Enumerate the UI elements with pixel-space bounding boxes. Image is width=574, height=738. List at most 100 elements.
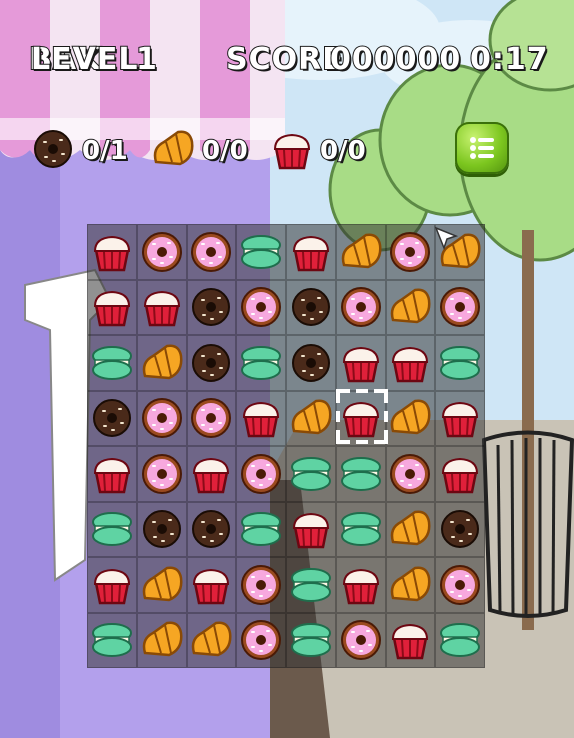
board-cell[interactable] — [435, 390, 485, 446]
cupcake-icon — [442, 457, 479, 493]
cupcake-icon — [93, 568, 130, 604]
board-cell[interactable] — [335, 224, 386, 280]
board-cell[interactable] — [236, 224, 286, 280]
board-cell[interactable] — [286, 446, 336, 502]
board-cell[interactable] — [186, 612, 237, 668]
chocolate-donut-icon — [291, 288, 330, 327]
board-cell[interactable] — [236, 279, 286, 335]
croissant-icon — [291, 399, 332, 435]
croissant-icon — [153, 130, 194, 166]
croissant-icon — [341, 233, 382, 269]
board-cell[interactable] — [435, 612, 485, 668]
board-cell[interactable] — [186, 557, 237, 613]
board-cell[interactable] — [335, 279, 386, 335]
chocolate-donut-icon — [192, 510, 231, 549]
timer: 0:17 — [469, 41, 549, 78]
board-cell[interactable] — [435, 446, 485, 502]
board-cell[interactable] — [236, 612, 286, 668]
cupcake-icon — [243, 402, 280, 438]
pink-donut-icon — [440, 287, 481, 328]
board-cell[interactable] — [385, 279, 436, 335]
board-cell[interactable] — [286, 557, 336, 613]
board-cell[interactable] — [186, 279, 237, 335]
board-cell[interactable] — [385, 224, 436, 280]
board-cell[interactable] — [136, 335, 187, 391]
board-cell[interactable] — [286, 279, 336, 335]
pink-donut-icon — [241, 453, 282, 494]
level-label: LEVEL — [30, 41, 139, 78]
board-cell[interactable] — [286, 335, 336, 391]
board-cell[interactable] — [87, 224, 137, 280]
cupcake-icon — [193, 457, 230, 493]
croissant-icon — [391, 288, 431, 324]
board-cell[interactable] — [286, 224, 336, 280]
macaron-icon — [241, 345, 282, 380]
board-cell[interactable] — [87, 446, 137, 502]
pink-donut-icon — [440, 564, 481, 605]
level-value: 1 — [135, 41, 158, 78]
pink-donut-icon — [340, 620, 381, 661]
board-cell[interactable] — [435, 335, 485, 391]
macaron-icon — [290, 567, 331, 602]
board-cell[interactable] — [236, 501, 286, 557]
board-cell[interactable] — [385, 390, 436, 446]
board-cell[interactable] — [385, 446, 436, 502]
cupcake-icon — [292, 235, 329, 271]
board-cell[interactable] — [385, 612, 436, 668]
pink-donut-icon — [390, 231, 431, 272]
croissant-icon — [142, 621, 183, 657]
board-cell[interactable] — [87, 612, 137, 668]
macaron-icon — [340, 512, 381, 547]
board-cell[interactable] — [87, 279, 137, 335]
board-cell[interactable] — [186, 446, 237, 502]
chocolate-donut-icon — [291, 343, 330, 382]
score-label: SCORE — [225, 41, 344, 78]
board-cell[interactable] — [186, 224, 237, 280]
board-cell[interactable] — [335, 557, 386, 613]
board-cell[interactable] — [186, 501, 237, 557]
board-cell[interactable] — [385, 557, 436, 613]
cupcake-icon — [392, 624, 429, 660]
board-cell[interactable] — [136, 279, 187, 335]
croissant-icon — [192, 621, 232, 657]
board-cell[interactable] — [236, 557, 286, 613]
board-cell[interactable] — [136, 446, 187, 502]
board-cell[interactable] — [435, 501, 485, 557]
board-cell[interactable] — [435, 557, 485, 613]
board-cell[interactable] — [186, 335, 237, 391]
board-cell[interactable] — [286, 390, 336, 446]
board-cell[interactable] — [136, 612, 187, 668]
board-cell[interactable] — [335, 446, 386, 502]
board-cell[interactable] — [136, 501, 187, 557]
macaron-icon — [241, 234, 282, 269]
board-cell[interactable] — [335, 612, 386, 668]
board-cell[interactable] — [236, 335, 286, 391]
board-cell[interactable] — [186, 390, 237, 446]
board-cell[interactable] — [286, 501, 336, 557]
menu-button[interactable] — [455, 122, 509, 174]
board-cell[interactable] — [236, 446, 286, 502]
board-cell[interactable] — [87, 557, 137, 613]
board-cell[interactable] — [286, 612, 336, 668]
board-cell[interactable] — [236, 390, 286, 446]
board-cell[interactable] — [136, 224, 187, 280]
board-cell[interactable] — [385, 501, 436, 557]
cupcake-icon — [342, 402, 379, 438]
board-cell[interactable] — [385, 335, 436, 391]
croissant-icon — [391, 510, 431, 546]
board-cell[interactable] — [335, 501, 386, 557]
board-cell[interactable] — [87, 501, 137, 557]
macaron-icon — [440, 345, 481, 380]
board-cell[interactable] — [335, 335, 386, 391]
board-cell[interactable] — [136, 390, 187, 446]
board-cell[interactable] — [136, 557, 187, 613]
macaron-icon — [91, 623, 132, 658]
chocolate-donut-icon — [192, 288, 231, 327]
board-cell[interactable] — [87, 335, 137, 391]
macaron-icon — [290, 456, 331, 491]
board-cell[interactable] — [87, 390, 137, 446]
goal-progress: 0/0 — [201, 135, 249, 167]
board-cell[interactable] — [435, 279, 485, 335]
pink-donut-icon — [191, 231, 232, 272]
board-cell[interactable] — [335, 390, 386, 446]
